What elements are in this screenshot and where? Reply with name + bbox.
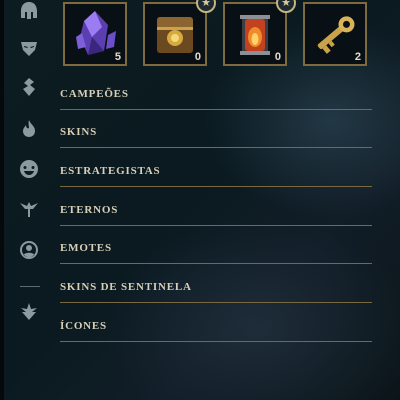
category-divider (60, 186, 372, 187)
category-estrategistas[interactable]: ESTRATEGISTAS (60, 165, 372, 187)
crystal-slot[interactable]: 5 (63, 2, 127, 66)
category-label: SKINS DE SENTINELA (60, 281, 192, 293)
flame-icon[interactable] (18, 118, 40, 140)
category-divider (60, 225, 372, 226)
ward-icon[interactable] (18, 76, 40, 98)
helmet-icon[interactable] (18, 0, 40, 22)
smile-icon[interactable] (18, 158, 40, 180)
category-divider (60, 109, 372, 110)
category-label: ÍCONES (60, 320, 107, 332)
sidebar-divider (20, 286, 40, 287)
crystal-count: 5 (114, 51, 121, 63)
chest-count: 0 (194, 51, 201, 63)
category-skins-de-sentinela[interactable]: SKINS DE SENTINELA (60, 281, 372, 303)
category-label: CAMPEÕES (60, 88, 129, 100)
category-label: ETERNOS (60, 204, 119, 216)
key-slot[interactable]: 2 (303, 2, 367, 66)
category-label: SKINS (60, 126, 98, 138)
key-count: 2 (354, 51, 361, 63)
sidebar (4, 0, 54, 400)
category-emotes[interactable]: EMOTES (60, 242, 372, 264)
category-eternos[interactable]: ETERNOS (60, 204, 372, 226)
app-window: 5 0 ★ 0 ★ 2 CAMPEÕES SKINS ESTRATEGISTAS… (0, 0, 400, 400)
category-skins[interactable]: SKINS (60, 126, 372, 148)
chest-slot[interactable]: 0 (143, 2, 207, 66)
category-icones[interactable]: ÍCONES (60, 320, 372, 342)
category-divider (60, 147, 372, 148)
category-divider (60, 302, 372, 303)
profile-icon[interactable] (18, 239, 40, 261)
capsule-slot[interactable]: 0 (223, 2, 287, 66)
category-divider (60, 263, 372, 264)
category-label: EMOTES (60, 242, 112, 254)
category-label: ESTRATEGISTAS (60, 165, 161, 177)
arrow-down-icon[interactable] (18, 300, 40, 322)
tree-icon[interactable] (18, 198, 40, 220)
capsule-count: 0 (274, 51, 281, 63)
mask-icon[interactable] (18, 37, 40, 59)
category-divider (60, 341, 372, 342)
category-campeoes[interactable]: CAMPEÕES (60, 88, 372, 110)
